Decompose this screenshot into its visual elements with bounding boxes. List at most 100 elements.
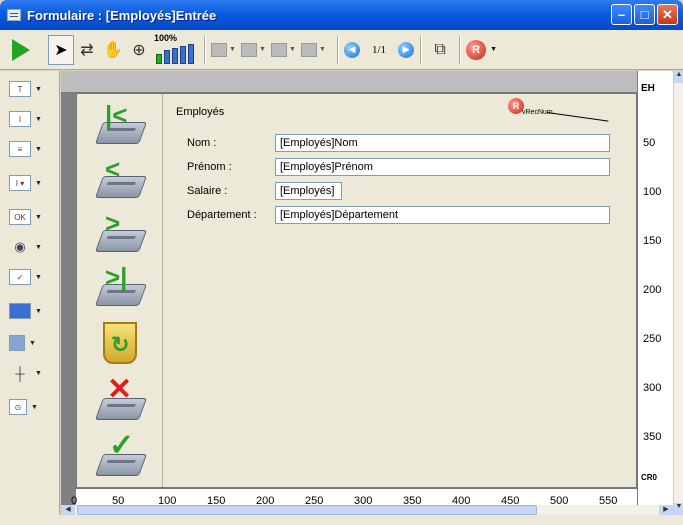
button-tool[interactable]: OK ▼ — [9, 207, 49, 227]
salaire-field[interactable]: [Employés] — [275, 182, 342, 200]
chevron-right-icon: ▶ — [663, 506, 669, 513]
run-icon — [12, 38, 30, 61]
layer-dropdown[interactable]: ▼ — [271, 40, 301, 60]
zoom-level-control[interactable]: 100% — [152, 32, 198, 65]
control-marker[interactable]: CR0 — [641, 473, 657, 482]
chevron-down-icon: ▼ — [490, 46, 497, 53]
header-marker[interactable]: EH — [641, 83, 655, 94]
departement-label: Département : — [187, 209, 257, 221]
editor-toolbar: ➤ ⇄ ✋ ⊕ 100% ▼ ▼ ▼ ▼ ◀ 1/1 ▶ ⧉ R ▼ — [0, 30, 683, 70]
distribute-dropdown[interactable]: ▼ — [241, 40, 271, 60]
field-tool-icon: I — [9, 111, 31, 127]
maximize-icon: □ — [640, 7, 649, 22]
accept-button[interactable]: ✓ — [94, 429, 148, 478]
prenom-field[interactable]: [Employés]Prénom — [275, 158, 610, 176]
form-canvas[interactable]: |< < > >| ↻ ✕ ✓ Employés R vRecNum Nom:… — [76, 93, 637, 488]
chevron-left-icon: ◀ — [65, 506, 71, 513]
spinner-tool[interactable]: ≡ ▼ — [9, 139, 49, 159]
align-dropdown[interactable]: ▼ — [211, 40, 241, 60]
chevron-down-icon: ▼ — [35, 145, 42, 153]
plugin-tool[interactable]: ⊙ ▼ — [9, 397, 49, 417]
zoom-bars-icon — [156, 42, 194, 64]
horizontal-scrollbar[interactable]: ◀ ▶ — [61, 505, 673, 515]
chevron-down-icon: ▼ — [35, 115, 42, 123]
previous-page-icon: ◀ — [348, 44, 356, 54]
ruler-label: 150 — [643, 235, 662, 247]
horizontal-scroll-thumb[interactable] — [77, 505, 537, 515]
distribute-icon — [241, 42, 257, 57]
chevron-down-icon: ▼ — [35, 179, 42, 187]
grid-dropdown[interactable]: ▼ — [301, 40, 331, 60]
next-record-button[interactable]: > — [94, 208, 148, 254]
previous-page-button[interactable]: ◀ — [344, 41, 360, 58]
accept-icon: ✓ — [109, 429, 135, 462]
delete-record-button[interactable]: ↻ — [95, 320, 147, 366]
align-icon — [211, 42, 227, 57]
scroll-left-button[interactable]: ◀ — [61, 505, 75, 515]
text-tool-icon: T — [9, 81, 31, 97]
chevron-up-icon: ▲ — [675, 71, 683, 78]
run-button[interactable] — [12, 35, 48, 65]
form-icon — [7, 9, 21, 21]
minimize-button[interactable]: – — [611, 4, 632, 25]
rectangle-tool[interactable]: ▼ — [9, 333, 49, 353]
checkbox-tool[interactable]: ✓ ▼ — [9, 267, 49, 287]
scroll-right-button[interactable]: ▶ — [659, 505, 673, 515]
field-tool[interactable]: I ▼ — [9, 109, 49, 129]
plugin-tool-icon: ⊙ — [9, 399, 27, 415]
radio-tool-icon: ◉ — [14, 239, 26, 254]
window-controls: – □ ✕ — [611, 4, 678, 25]
next-page-button[interactable]: ▶ — [398, 41, 415, 58]
salaire-label: Salaire : — [187, 185, 228, 197]
chevron-down-icon: ▼ — [31, 403, 38, 411]
ruler-label: 100 — [643, 186, 662, 198]
entry-order-icon: ⇄ — [80, 41, 94, 59]
ruler-tool-icon — [9, 303, 31, 319]
minimize-icon: – — [617, 7, 626, 22]
grid-icon — [301, 42, 317, 57]
chevron-down-icon: ▼ — [35, 307, 42, 315]
toolbar-separator — [420, 35, 422, 64]
window-title: Formulaire : [Employés]Entrée — [27, 7, 217, 23]
scroll-up-button[interactable]: ▲ — [674, 71, 683, 83]
first-record-button[interactable]: |< — [94, 100, 148, 146]
splitter-tool-icon: ┼ — [15, 365, 25, 381]
record-dropdown[interactable]: R ▼ — [466, 35, 497, 65]
chevron-down-icon: ▼ — [259, 46, 266, 53]
ruler-label: 200 — [643, 284, 662, 296]
radio-tool[interactable]: ◉ ▼ — [9, 237, 49, 257]
entry-order-button[interactable]: ⇄ — [74, 40, 100, 60]
first-record-icon: |< — [105, 100, 128, 130]
previous-record-button[interactable]: < — [94, 154, 148, 200]
vertical-scrollbar[interactable]: ▲ ▼ — [673, 71, 683, 515]
arrow-tool-icon: ➤ — [54, 41, 68, 59]
scroll-down-button[interactable]: ▼ — [674, 503, 683, 515]
zoom-level-label: 100% — [154, 32, 178, 43]
chevron-down-icon: ▼ — [29, 339, 36, 347]
combo-tool[interactable]: I ▾ ▼ — [9, 173, 49, 193]
nom-field[interactable]: [Employés]Nom — [275, 134, 610, 152]
toolbar-separator — [204, 35, 205, 64]
close-button[interactable]: ✕ — [657, 4, 678, 25]
next-page-icon: ▶ — [402, 44, 410, 54]
chevron-down-icon: ▼ — [35, 369, 42, 377]
chevron-down-icon: ▼ — [35, 85, 42, 93]
hand-button[interactable]: ✋ — [100, 40, 126, 60]
refresh-icon: ↻ — [111, 332, 130, 357]
view-button[interactable]: ⧉ — [427, 41, 453, 59]
last-record-button[interactable]: >| — [94, 262, 148, 308]
splitter-tool[interactable]: ┼ ▼ — [9, 363, 49, 383]
chevron-down-icon: ▼ — [229, 46, 236, 53]
cancel-button[interactable]: ✕ — [94, 373, 148, 422]
last-record-icon: >| — [105, 262, 128, 292]
prenom-label: Prénom : — [187, 161, 232, 173]
maximize-button[interactable]: □ — [634, 4, 655, 25]
text-tool[interactable]: T ▼ — [9, 79, 49, 99]
zoom-button[interactable]: ⊕ — [126, 40, 152, 60]
arrow-tool-button[interactable]: ➤ — [48, 34, 74, 65]
nom-label: Nom : — [187, 137, 217, 149]
record-icon: R — [466, 39, 487, 60]
ruler-tool[interactable]: ▼ — [9, 301, 49, 321]
departement-field[interactable]: [Employés]Département — [275, 206, 610, 224]
toolbar-separator — [337, 35, 338, 64]
